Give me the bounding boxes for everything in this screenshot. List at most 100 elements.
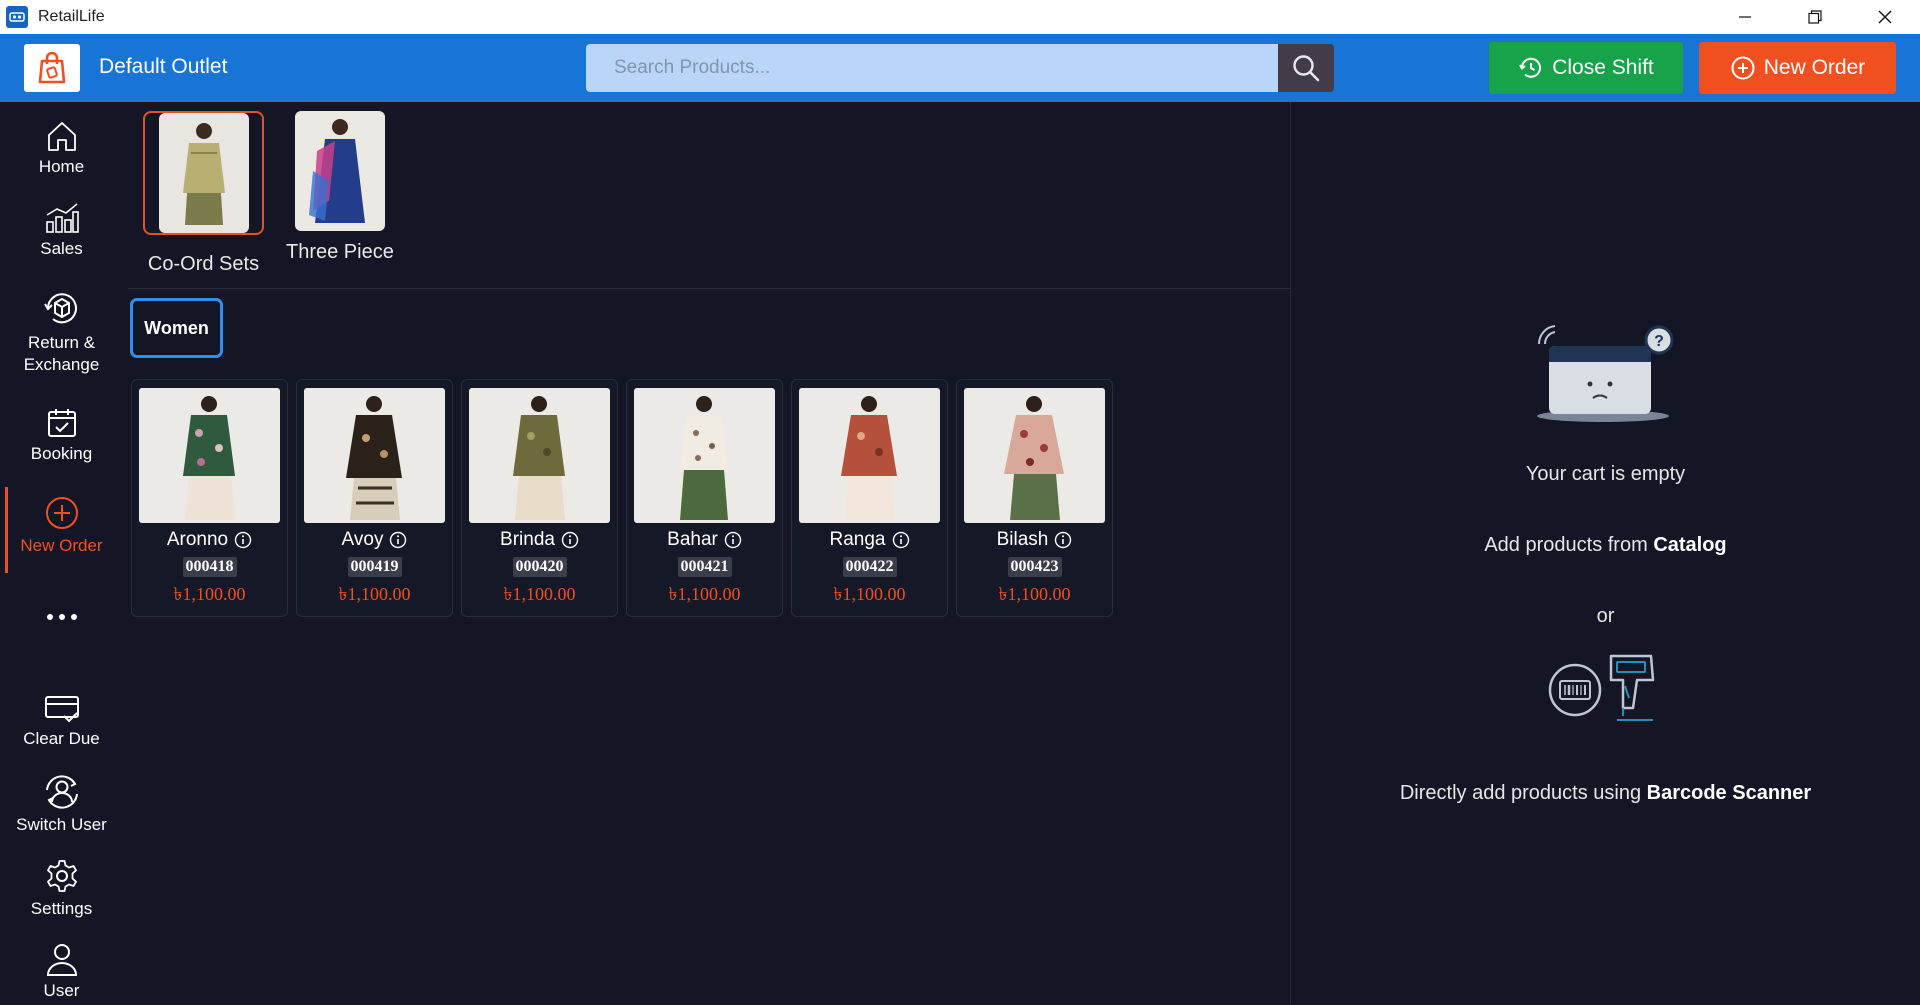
outlet-logo	[24, 44, 80, 92]
gear-icon	[46, 860, 77, 892]
switch-user-icon	[45, 775, 78, 809]
product-price: ৳1,100.00	[668, 584, 741, 604]
shopping-bag-icon	[38, 51, 66, 84]
product-card[interactable]: Bahar 000421 ৳1,100.00	[626, 379, 783, 617]
new-order-button[interactable]: New Order	[1699, 42, 1896, 94]
product-sku: 000419	[347, 557, 402, 577]
category-co-ord-sets[interactable]: Co-Ord Sets	[143, 111, 264, 276]
category-selected-frame	[143, 111, 264, 235]
sidebar-item-label: New Order	[20, 536, 103, 555]
product-sku: 000423	[1007, 557, 1062, 577]
sidebar-item-new-order[interactable]: New Order	[0, 487, 123, 573]
close-window-button[interactable]	[1850, 0, 1920, 34]
info-icon[interactable]	[724, 531, 742, 549]
product-name: Aronno	[166, 529, 229, 550]
product-sku: 000421	[677, 557, 732, 577]
product-image	[469, 388, 610, 523]
more-button[interactable]	[0, 612, 123, 626]
info-icon[interactable]	[234, 531, 252, 549]
sidebar-item-label: Clear Due	[23, 729, 100, 748]
scanner-hint-bold: Barcode Scanner	[1646, 782, 1812, 804]
sidebar-item-clear-due[interactable]: Clear Due	[0, 694, 123, 750]
chart-icon	[45, 203, 79, 233]
filter-tag-women[interactable]: Women	[130, 298, 223, 358]
catalog-hint-prefix: Add products from	[1484, 534, 1654, 556]
search-bar	[586, 44, 1334, 92]
cart-or-text: or	[1596, 605, 1615, 627]
product-price: ৳1,100.00	[503, 584, 576, 604]
sidebar: Home Sales Return & Exchange Booking New…	[0, 102, 123, 1005]
product-price: ৳1,100.00	[173, 584, 246, 604]
home-icon	[47, 122, 76, 151]
product-sku: 000420	[512, 557, 567, 577]
product-name: Avoy	[341, 529, 384, 550]
category-thumbnail	[294, 111, 385, 231]
restore-button[interactable]	[1780, 0, 1850, 34]
barcode-scanner-icon	[1548, 654, 1655, 721]
svg-text:?: ?	[1654, 333, 1664, 350]
category-thumbnail	[158, 113, 249, 233]
product-name: Bahar	[667, 529, 718, 550]
sidebar-item-sales[interactable]: Sales	[0, 202, 123, 260]
sidebar-item-home[interactable]: Home	[0, 120, 123, 178]
close-icon	[1878, 10, 1892, 24]
product-card[interactable]: Brinda 000420 ৳1,100.00	[461, 379, 618, 617]
product-card[interactable]: Aronno 000418 ৳1,100.00	[131, 379, 288, 617]
search-icon	[1293, 55, 1320, 82]
product-image	[964, 388, 1105, 523]
sidebar-item-label-line2: Exchange	[23, 355, 100, 374]
category-label: Three Piece	[286, 241, 394, 263]
return-box-icon	[43, 293, 77, 324]
cart-panel: ? Your cart is empty Add products from C…	[1291, 102, 1920, 1005]
sidebar-item-user[interactable]: User	[0, 942, 123, 1002]
sidebar-item-settings[interactable]: Settings	[0, 858, 123, 920]
window-title: RetailLife	[38, 8, 105, 25]
calendar-check-icon	[47, 409, 76, 437]
product-price: ৳1,100.00	[833, 584, 906, 604]
category-label: Co-Ord Sets	[147, 253, 260, 275]
product-price: ৳1,100.00	[338, 584, 411, 604]
product-name: Brinda	[500, 529, 555, 550]
product-card[interactable]: Bilash 000423 ৳1,100.00	[956, 379, 1113, 617]
search-input[interactable]	[586, 44, 1278, 92]
plus-circle-icon	[1731, 56, 1755, 80]
product-sku: 000422	[842, 557, 897, 577]
product-name: Bilash	[996, 529, 1049, 550]
minimize-button[interactable]	[1710, 0, 1780, 34]
product-sku: 000418	[182, 557, 237, 577]
product-price: ৳1,100.00	[998, 584, 1071, 604]
cart-scanner-hint: Directly add products using Barcode Scan…	[1291, 782, 1920, 805]
sidebar-item-label: Home	[38, 157, 85, 176]
catalog-link[interactable]: Catalog	[1653, 534, 1726, 556]
clock-refresh-icon	[1519, 57, 1542, 78]
sidebar-item-return-exchange[interactable]: Return & Exchange	[0, 288, 123, 376]
product-image	[634, 388, 775, 523]
scanner-hint-prefix: Directly add products using	[1399, 782, 1647, 804]
sidebar-item-booking[interactable]: Booking	[0, 407, 123, 465]
info-icon[interactable]	[892, 531, 910, 549]
card-check-icon	[44, 696, 79, 723]
info-icon[interactable]	[389, 531, 407, 549]
close-shift-button[interactable]: Close Shift	[1489, 42, 1683, 94]
sidebar-item-label: Booking	[30, 444, 93, 463]
user-icon	[46, 944, 77, 976]
cart-empty-text: Your cart is empty	[1525, 463, 1686, 485]
sidebar-item-label-line1: Return &	[27, 333, 96, 352]
cart-catalog-hint: Add products from Catalog	[1291, 534, 1920, 557]
sidebar-item-switch-user[interactable]: Switch User	[0, 774, 123, 836]
category-three-piece[interactable]: Three Piece	[286, 111, 394, 264]
sidebar-item-label: User	[43, 981, 80, 1000]
product-card[interactable]: Avoy 000419 ৳1,100.00	[296, 379, 453, 617]
more-icon	[46, 614, 77, 620]
new-order-label: New Order	[1763, 56, 1866, 79]
info-icon[interactable]	[1054, 531, 1072, 549]
product-image	[799, 388, 940, 523]
info-icon[interactable]	[561, 531, 579, 549]
app-header: Default Outlet Close Shift New Order	[0, 34, 1920, 102]
window-titlebar: RetailLife	[0, 0, 1920, 34]
outlet-name: Default Outlet	[99, 55, 228, 78]
empty-cart-icon: ?	[1537, 325, 1674, 422]
search-button[interactable]	[1278, 44, 1334, 92]
product-image	[139, 388, 280, 523]
product-card[interactable]: Ranga 000422 ৳1,100.00	[791, 379, 948, 617]
